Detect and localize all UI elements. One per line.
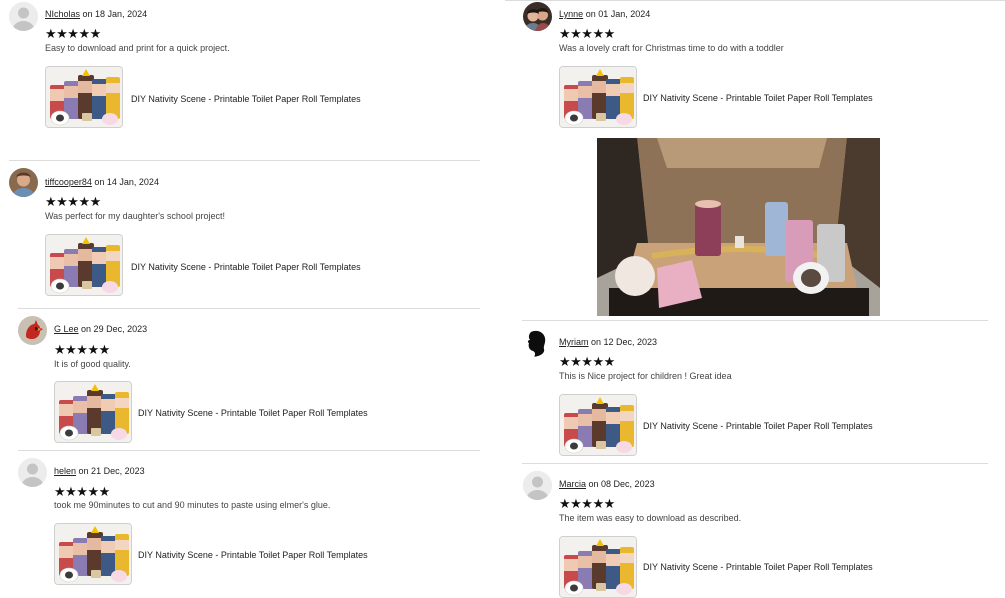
product-name-link[interactable]: DIY Nativity Scene - Printable Toilet Pa… — [131, 262, 361, 272]
review-date: on 08 Dec, 2023 — [588, 479, 655, 489]
user-avatar[interactable] — [18, 316, 47, 345]
product-name-link[interactable]: DIY Nativity Scene - Printable Toilet Pa… — [138, 550, 368, 560]
review-meta: Myriam on 12 Dec, 2023 — [559, 337, 657, 347]
default-avatar-icon — [18, 458, 47, 487]
review-text: took me 90minutes to cut and 90 minutes … — [54, 500, 331, 510]
review-text: Was perfect for my daughter's school pro… — [45, 211, 225, 221]
reviewer-name-link[interactable]: G Lee — [54, 324, 79, 334]
reviewer-name-link[interactable]: Lynne — [559, 9, 583, 19]
reviewer-name-link[interactable]: Marcia — [559, 479, 586, 489]
review-meta: G Lee on 29 Dec, 2023 — [54, 324, 147, 334]
star-rating: ★★★★★ — [45, 194, 101, 209]
photo-avatar-icon — [523, 2, 552, 31]
review-text: Was a lovely craft for Christmas time to… — [559, 43, 784, 53]
review-date: on 01 Jan, 2024 — [585, 9, 651, 19]
review-date: on 14 Jan, 2024 — [94, 177, 159, 187]
review-photo[interactable] — [597, 138, 880, 316]
review-date: on 29 Dec, 2023 — [81, 324, 148, 334]
product-thumbnail[interactable] — [559, 66, 637, 128]
review-text: The item was easy to download as describ… — [559, 513, 742, 523]
product-thumbnail[interactable] — [559, 536, 637, 598]
product-thumbnail[interactable] — [559, 394, 637, 456]
column-top-border — [505, 0, 1005, 1]
product-name-link[interactable]: DIY Nativity Scene - Printable Toilet Pa… — [643, 421, 873, 431]
reviewer-name-link[interactable]: tiffcooper84 — [45, 177, 92, 187]
nativity-figures-thumbnail — [560, 537, 636, 597]
star-rating: ★★★★★ — [54, 484, 110, 499]
product-name-link[interactable]: DIY Nativity Scene - Printable Toilet Pa… — [138, 408, 368, 418]
star-rating: ★★★★★ — [559, 354, 615, 369]
star-rating: ★★★★★ — [54, 342, 110, 357]
product-name-link[interactable]: DIY Nativity Scene - Printable Toilet Pa… — [131, 94, 361, 104]
nativity-figures-thumbnail — [55, 524, 131, 584]
nativity-craft-photo — [597, 138, 880, 316]
nativity-figures-thumbnail — [560, 395, 636, 455]
user-avatar[interactable] — [9, 2, 38, 31]
review-divider — [18, 450, 480, 451]
reviewer-name-link[interactable]: NIcholas — [45, 9, 80, 19]
review-meta: NIcholas on 18 Jan, 2024 — [45, 9, 147, 19]
nativity-figures-thumbnail — [46, 235, 122, 295]
review-divider — [522, 320, 988, 321]
star-rating: ★★★★★ — [559, 496, 615, 511]
review-meta: tiffcooper84 on 14 Jan, 2024 — [45, 177, 159, 187]
nativity-figures-thumbnail — [55, 382, 131, 442]
nativity-figures-thumbnail — [46, 67, 122, 127]
nativity-figures-thumbnail — [560, 67, 636, 127]
review-meta: Lynne on 01 Jan, 2024 — [559, 9, 650, 19]
reviewer-name-link[interactable]: Myriam — [559, 337, 589, 347]
product-name-link[interactable]: DIY Nativity Scene - Printable Toilet Pa… — [643, 562, 873, 572]
product-thumbnail[interactable] — [45, 66, 123, 128]
review-date: on 12 Dec, 2023 — [591, 337, 658, 347]
review-text: It is of good quality. — [54, 359, 131, 369]
default-avatar-icon — [9, 2, 38, 31]
photo-avatar-icon — [9, 168, 38, 197]
review-divider — [522, 463, 988, 464]
review-divider — [18, 308, 480, 309]
product-thumbnail[interactable] — [54, 523, 132, 585]
user-avatar[interactable] — [523, 328, 552, 357]
review-divider — [9, 160, 480, 161]
user-avatar[interactable] — [18, 458, 47, 487]
product-thumbnail[interactable] — [45, 234, 123, 296]
review-meta: helen on 21 Dec, 2023 — [54, 466, 145, 476]
default-avatar-icon — [523, 471, 552, 500]
product-thumbnail[interactable] — [54, 381, 132, 443]
user-avatar[interactable] — [9, 168, 38, 197]
reviewer-name-link[interactable]: helen — [54, 466, 76, 476]
review-date: on 18 Jan, 2024 — [82, 9, 148, 19]
product-name-link[interactable]: DIY Nativity Scene - Printable Toilet Pa… — [643, 93, 873, 103]
star-rating: ★★★★★ — [45, 26, 101, 41]
review-text: Easy to download and print for a quick p… — [45, 43, 230, 53]
review-text: This is Nice project for children ! Grea… — [559, 371, 732, 381]
review-meta: Marcia on 08 Dec, 2023 — [559, 479, 655, 489]
user-avatar[interactable] — [523, 2, 552, 31]
review-date: on 21 Dec, 2023 — [78, 466, 145, 476]
cardinal-bird-avatar-icon — [18, 316, 47, 345]
user-avatar[interactable] — [523, 471, 552, 500]
silhouette-avatar-icon — [523, 328, 552, 357]
star-rating: ★★★★★ — [559, 26, 615, 41]
